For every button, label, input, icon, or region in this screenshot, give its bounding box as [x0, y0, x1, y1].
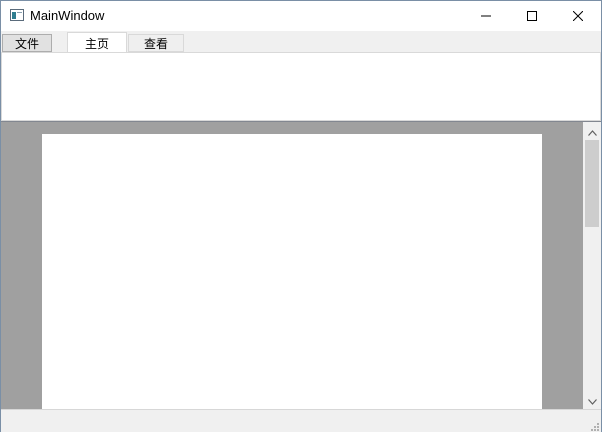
- chevron-down-icon: [587, 394, 597, 408]
- window-title: MainWindow: [30, 8, 105, 23]
- scroll-up-button[interactable]: [583, 123, 601, 140]
- document-page[interactable]: [42, 134, 542, 410]
- ribbon-panel: [1, 52, 601, 121]
- tab-view[interactable]: 查看: [128, 34, 184, 52]
- resize-grip-icon[interactable]: [589, 420, 599, 431]
- scroll-thumb[interactable]: [585, 140, 599, 227]
- title-bar[interactable]: MainWindow: [1, 1, 601, 31]
- close-button[interactable]: [555, 1, 601, 31]
- tab-home[interactable]: 主页: [67, 32, 127, 53]
- scroll-down-button[interactable]: [583, 392, 601, 409]
- close-icon: [573, 11, 583, 21]
- ribbon-tab-bar: 文件 主页 查看: [1, 31, 601, 53]
- document-area: [1, 121, 601, 410]
- maximize-button[interactable]: [509, 1, 555, 31]
- status-bar: [1, 409, 601, 432]
- tab-label: 文件: [14, 36, 39, 51]
- chevron-up-icon: [587, 125, 597, 139]
- tab-label: 主页: [84, 36, 109, 51]
- vertical-scrollbar[interactable]: [583, 122, 601, 410]
- tab-file[interactable]: 文件: [2, 34, 52, 52]
- minimize-button[interactable]: [463, 1, 509, 31]
- main-window: MainWindow 文件 主页 查看: [0, 0, 602, 432]
- maximize-icon: [527, 11, 537, 21]
- minimize-icon: [481, 11, 491, 21]
- app-icon: [10, 9, 24, 21]
- tab-label: 查看: [143, 36, 168, 51]
